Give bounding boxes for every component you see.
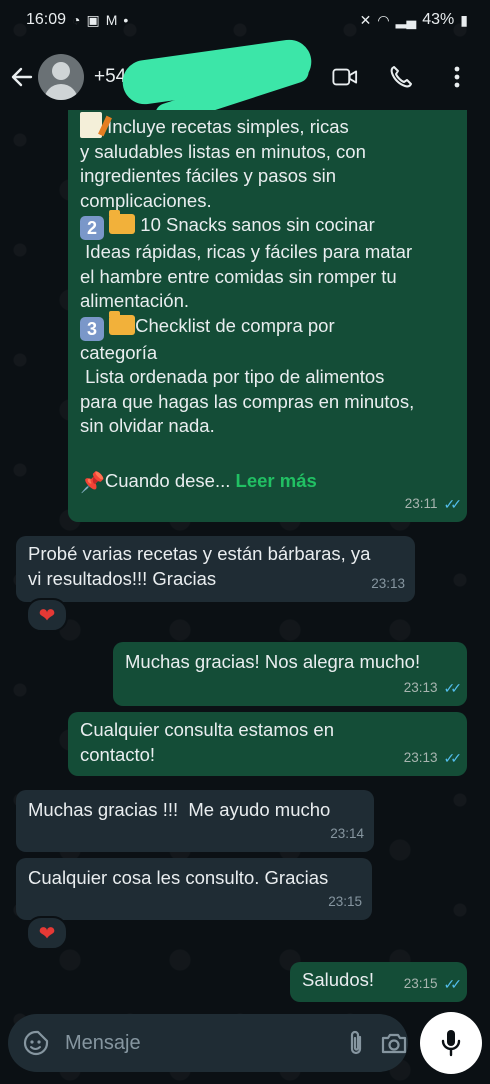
message-line: Incluye recetas simples, ricas bbox=[80, 112, 455, 140]
keycap-two-icon: 2 bbox=[80, 216, 104, 240]
message-meta: 23:15 ✓✓ bbox=[403, 972, 463, 997]
message-meta: 23:13 ✓✓ bbox=[403, 676, 463, 701]
reaction-heart[interactable]: ❤ bbox=[26, 598, 68, 632]
read-ticks-icon: ✓✓ bbox=[443, 495, 463, 512]
message-line: Lista ordenada por tipo de alimentos bbox=[80, 366, 385, 387]
sticker-icon bbox=[23, 1030, 49, 1056]
message-line: categoría bbox=[80, 341, 158, 363]
message-line: el hambre entre comidas sin romper tu bbox=[80, 265, 397, 287]
heart-icon: ❤ bbox=[38, 922, 56, 945]
chat-header: +54 9 bbox=[0, 36, 490, 129]
gallery-notification-icon: ▣ bbox=[86, 11, 100, 28]
keycap-three-icon: 3 bbox=[80, 316, 104, 341]
folder-icon bbox=[109, 310, 136, 335]
memo-emoji-icon bbox=[80, 112, 102, 138]
contact-name[interactable]: +54 9 bbox=[94, 36, 332, 129]
status-left: 16:09 ◔ ▣ M • bbox=[26, 11, 128, 29]
message-line: Muchas gracias !!! Me ayudo mucho bbox=[28, 799, 331, 820]
message-input[interactable] bbox=[63, 1030, 332, 1056]
message-meta: 23:13 bbox=[371, 572, 405, 597]
message-bubble-outgoing[interactable]: Cualquier consulta estamos en contacto! … bbox=[68, 712, 467, 776]
read-ticks-icon: ✓✓ bbox=[443, 679, 463, 696]
message-meta: 23:11 ✓✓ bbox=[404, 492, 463, 517]
message-line: para que hagas las compras en minutos, bbox=[80, 390, 415, 412]
read-more-link[interactable]: Leer más bbox=[236, 470, 317, 491]
status-time: 16:09 bbox=[26, 11, 67, 28]
battery-percent: 43% bbox=[422, 11, 455, 28]
gmail-notification-icon: M bbox=[105, 12, 118, 28]
message-bubble-incoming[interactable]: Probé varias recetas y están bárbaras, y… bbox=[16, 536, 415, 602]
sticker-button[interactable] bbox=[22, 1029, 50, 1057]
phone-icon bbox=[390, 66, 412, 88]
message-meta: 23:13 ✓✓ bbox=[403, 746, 463, 771]
message-time: 23:15 bbox=[328, 893, 362, 909]
message-meta: 23:15 bbox=[328, 890, 362, 915]
voice-call-button[interactable] bbox=[388, 64, 414, 90]
message-time: 23:11 bbox=[404, 495, 438, 511]
read-ticks-icon: ✓✓ bbox=[443, 975, 463, 992]
dot-icon: • bbox=[123, 12, 129, 28]
microphone-icon bbox=[441, 1030, 461, 1057]
heart-icon: ❤ bbox=[38, 604, 56, 627]
message-line: contacto! bbox=[80, 743, 156, 765]
message-bubble-incoming[interactable]: Muchas gracias !!! Me ayudo mucho 23:14 bbox=[16, 790, 374, 852]
attach-button[interactable] bbox=[348, 1028, 364, 1058]
message-line: Cualquier cosa les consulto. Gracias bbox=[28, 867, 329, 888]
message-line: sin olvidar nada. bbox=[80, 415, 215, 436]
message-bubble-outgoing[interactable]: Saludos! 23:15 ✓✓ bbox=[290, 962, 467, 1002]
back-button[interactable] bbox=[10, 57, 34, 97]
overflow-menu-button[interactable] bbox=[444, 64, 470, 90]
arrow-left-icon bbox=[11, 67, 33, 87]
message-line: 📌Cuando dese... Leer más bbox=[80, 469, 317, 494]
message-line: 3 Checklist de compra por bbox=[80, 310, 455, 341]
pushpin-icon: 📌 bbox=[80, 471, 105, 494]
message-line: Probé varias recetas y están bárbaras, y… bbox=[28, 543, 371, 564]
message-line: Ideas rápidas, ricas y fáciles para mata… bbox=[80, 241, 413, 262]
message-line: Cualquier consulta estamos en bbox=[80, 719, 335, 740]
message-line: y saludables listas en minutos, con bbox=[80, 140, 366, 162]
message-time: 23:13 bbox=[371, 575, 405, 591]
message-time: 23:14 bbox=[330, 825, 364, 841]
message-bubble-outgoing[interactable]: Muchas gracias! Nos alegra mucho! 23:13 … bbox=[113, 642, 467, 706]
mute-icon: ✕ bbox=[359, 11, 372, 28]
message-line: alimentación. bbox=[80, 290, 190, 311]
reaction-heart[interactable]: ❤ bbox=[26, 916, 68, 950]
battery-icon: ▮ bbox=[460, 11, 468, 28]
message-composer bbox=[8, 1014, 408, 1072]
status-bar: 16:09 ◔ ▣ M • ✕ ◠ ▂▄ 43% ▮ bbox=[0, 0, 490, 40]
video-call-button[interactable] bbox=[332, 64, 358, 90]
message-line: vi resultados!!! Gracias bbox=[28, 567, 217, 589]
message-bubble-incoming[interactable]: Cualquier cosa les consulto. Gracias 23:… bbox=[16, 858, 372, 920]
status-right: ✕ ◠ ▂▄ 43% ▮ bbox=[360, 11, 468, 29]
message-line: Muchas gracias! Nos alegra mucho! bbox=[125, 651, 421, 672]
message-meta: 23:14 bbox=[330, 822, 364, 847]
video-camera-icon bbox=[332, 68, 358, 86]
avatar[interactable] bbox=[38, 54, 84, 100]
header-actions bbox=[332, 64, 480, 90]
message-line: 2 10 Snacks sanos sin cocinar bbox=[80, 210, 455, 240]
camera-button[interactable] bbox=[380, 1028, 408, 1058]
message-time: 23:15 bbox=[403, 975, 438, 991]
whatsapp-notification-icon: ◔ bbox=[72, 12, 81, 28]
voice-message-button[interactable] bbox=[420, 1012, 482, 1074]
message-time: 23:13 bbox=[403, 749, 438, 765]
wifi-icon: ◠ bbox=[377, 11, 390, 28]
paperclip-icon bbox=[350, 1030, 362, 1055]
folder-icon bbox=[109, 210, 136, 234]
message-line: complicaciones. bbox=[80, 189, 212, 211]
message-line: ingredientes fáciles y pasos sin bbox=[80, 165, 337, 186]
read-ticks-icon: ✓✓ bbox=[443, 749, 463, 766]
message-bubble-outgoing[interactable]: Incluye recetas simples, ricas y saludab… bbox=[68, 110, 467, 522]
message-time: 23:13 bbox=[403, 679, 438, 695]
signal-icon: ▂▄ bbox=[395, 11, 417, 28]
camera-icon bbox=[381, 1033, 407, 1054]
kebab-menu-icon bbox=[454, 66, 460, 88]
